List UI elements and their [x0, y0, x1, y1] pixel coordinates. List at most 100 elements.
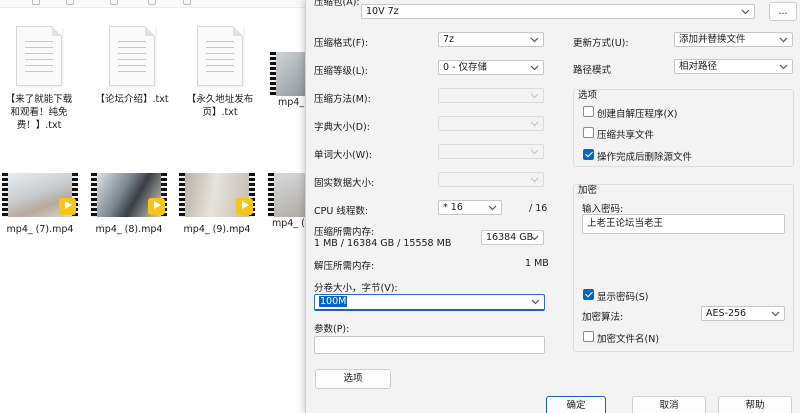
encrypt-names-checkbox-label[interactable]: 加密文件名(N)	[597, 331, 659, 345]
threads-select[interactable]: * 16	[438, 200, 502, 215]
file-name: mp4_ (7).mp4	[6, 224, 74, 235]
delete-after-checkbox-label[interactable]: 操作完成后删除源文件	[597, 149, 692, 163]
explorer-toolbar	[0, 0, 305, 8]
password-input[interactable]: 上老王论坛当老王	[582, 214, 785, 234]
parameters-input[interactable]	[314, 336, 545, 354]
archive-path-combo[interactable]: 10V 7z	[361, 4, 755, 19]
chevron-down-icon	[530, 91, 539, 100]
file-name: mp4_ (	[272, 218, 305, 229]
file-item[interactable]: mp4_ (9).mp4	[177, 173, 257, 236]
file-name: mp4_ (8).mp4	[95, 224, 163, 235]
update-mode-value: 添加并替换文件	[679, 34, 746, 45]
chevron-down-icon	[741, 7, 750, 16]
parameters-label: 参数(P):	[314, 324, 350, 335]
word-size-label: 单词大小(W):	[314, 150, 373, 161]
text-file-icon	[109, 26, 155, 86]
chevron-down-icon	[530, 119, 539, 128]
ok-button[interactable]: 确定	[546, 396, 606, 413]
options-group-title: 选项	[578, 90, 598, 101]
decompress-memory-value: 1 MB	[525, 258, 549, 269]
file-name: 【论坛介绍】.txt	[95, 94, 169, 105]
browse-button[interactable]: ...	[769, 2, 797, 21]
sfx-checkbox-label[interactable]: 创建自解压程序(X)	[597, 106, 677, 120]
chevron-down-icon	[779, 35, 788, 44]
cancel-button[interactable]: 取消	[632, 396, 706, 413]
word-size-select[interactable]	[438, 144, 544, 159]
video-thumbnail	[91, 173, 167, 217]
file-item[interactable]: 【来了就能下载和观看！纯免费！】.txt	[4, 26, 74, 132]
chevron-down-icon	[771, 309, 780, 318]
solid-size-label: 固实数据大小:	[314, 178, 375, 189]
chevron-down-icon	[530, 175, 539, 184]
level-value: 0 - 仅存储	[443, 62, 488, 73]
file-name: mp4_ (9).mp4	[183, 224, 251, 235]
copy-icon[interactable]	[66, 0, 74, 5]
encryption-group-title: 加密	[578, 185, 598, 196]
text-file-icon	[16, 26, 62, 86]
video-thumbnail	[2, 173, 78, 217]
memory-limit-select[interactable]: 16384 GB	[481, 230, 544, 245]
file-item[interactable]: 【永久地址发布页】.txt	[183, 26, 257, 119]
threads-label: CPU 线程数:	[314, 206, 369, 217]
text-file-icon	[197, 26, 243, 86]
method-select[interactable]	[438, 88, 544, 103]
split-size-label: 分卷大小，字节(V):	[314, 283, 398, 294]
threads-value: * 16	[443, 202, 463, 213]
paste-icon[interactable]	[110, 0, 118, 5]
format-value: 7z	[443, 34, 455, 45]
player-badge-icon	[236, 198, 253, 215]
delete-after-checkbox[interactable]	[583, 149, 594, 160]
threads-total: / 16	[529, 203, 548, 214]
options-button[interactable]: 选项	[315, 369, 391, 389]
path-mode-value: 相对路径	[679, 61, 718, 72]
show-password-checkbox-label[interactable]: 显示密码(S)	[597, 289, 648, 303]
level-select[interactable]: 0 - 仅存储	[438, 60, 544, 75]
password-label: 输入密码:	[582, 204, 624, 215]
file-name: 【永久地址发布页】.txt	[186, 94, 254, 118]
compress-memory-label: 压缩所需内存:	[314, 227, 375, 238]
file-item[interactable]: mp4_ (8).mp4	[89, 173, 169, 236]
update-mode-select[interactable]: 添加并替换文件	[674, 32, 793, 47]
chevron-down-icon	[530, 147, 539, 156]
help-button[interactable]: 帮助	[718, 396, 792, 413]
archive-path-value: 10V 7z	[366, 6, 399, 17]
level-label: 压缩等级(L):	[314, 66, 368, 77]
sfx-checkbox[interactable]	[583, 106, 594, 117]
add-to-archive-dialog: 压缩包(A): 10V 7z ... 压缩格式(F): 7z 压缩等级(L): …	[305, 0, 800, 413]
player-badge-icon	[148, 198, 165, 215]
rename-icon[interactable]	[148, 0, 156, 5]
compress-memory-detail: 1 MB / 16384 GB / 15558 MB	[314, 238, 452, 249]
chevron-down-icon	[530, 63, 539, 72]
file-item[interactable]: 【论坛介绍】.txt	[92, 26, 172, 106]
file-explorer: 【来了就能下载和观看！纯免费！】.txt 【论坛介绍】.txt 【永久地址发布页…	[0, 0, 346, 413]
encryption-method-value: AES-256	[706, 308, 747, 319]
method-label: 压缩方法(M):	[314, 94, 371, 105]
file-item[interactable]: mp4_ (7).mp4	[0, 173, 80, 236]
chevron-down-icon	[531, 297, 540, 306]
format-select[interactable]: 7z	[438, 32, 544, 47]
shared-files-checkbox[interactable]	[583, 127, 594, 138]
file-name: mp4_	[278, 97, 305, 108]
split-size-combo[interactable]: 100M	[314, 294, 545, 311]
memory-limit-value: 16384 GB	[486, 232, 534, 243]
show-password-checkbox[interactable]	[583, 289, 594, 300]
file-item[interactable]: mp4_ (	[268, 173, 344, 229]
archive-label: 压缩包(A):	[314, 0, 360, 8]
solid-size-select[interactable]	[438, 172, 544, 187]
chevron-down-icon	[530, 233, 539, 242]
path-mode-select[interactable]: 相对路径	[674, 59, 793, 74]
share-icon[interactable]	[183, 0, 191, 5]
cut-icon[interactable]	[32, 0, 40, 5]
video-thumbnail	[179, 173, 255, 217]
shared-files-checkbox-label[interactable]: 压缩共享文件	[597, 127, 654, 141]
update-mode-label: 更新方式(U):	[573, 38, 629, 49]
dictionary-label: 字典大小(D):	[314, 122, 370, 133]
chevron-down-icon	[779, 62, 788, 71]
chevron-down-icon	[488, 203, 497, 212]
encryption-method-label: 加密算法:	[582, 312, 624, 323]
player-badge-icon	[59, 198, 76, 215]
dictionary-select[interactable]	[438, 116, 544, 131]
decompress-memory-label: 解压所需内存:	[314, 261, 375, 272]
encrypt-names-checkbox[interactable]	[583, 331, 594, 342]
encryption-method-select[interactable]: AES-256	[701, 306, 785, 321]
